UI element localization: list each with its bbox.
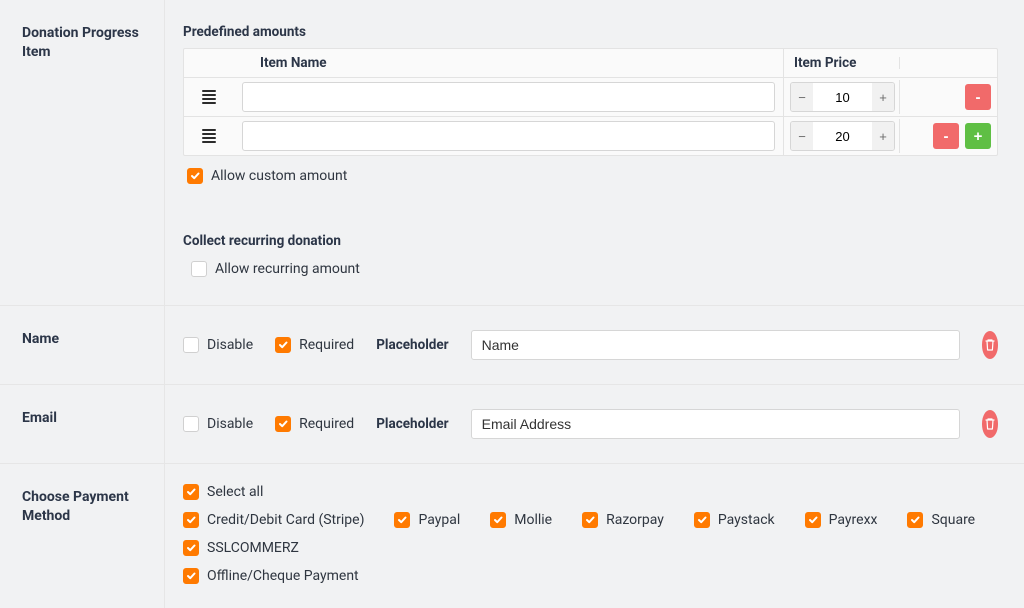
payment-method-option[interactable]: Razorpay bbox=[582, 512, 664, 528]
checkbox-icon bbox=[183, 337, 199, 353]
stepper-decrement[interactable]: − bbox=[791, 122, 813, 150]
allow-custom-amount-label: Allow custom amount bbox=[211, 168, 347, 184]
payment-method-option[interactable]: Mollie bbox=[490, 512, 552, 528]
payment-method-option[interactable]: Paystack bbox=[694, 512, 775, 528]
delete-email-button[interactable] bbox=[982, 410, 998, 438]
checkbox-icon bbox=[183, 540, 199, 556]
remove-row-button[interactable]: - bbox=[965, 84, 991, 110]
payment-method-option[interactable]: Credit/Debit Card (Stripe) bbox=[183, 512, 364, 528]
trash-icon bbox=[984, 417, 996, 431]
collect-recurring-title: Collect recurring donation bbox=[183, 185, 998, 257]
name-disable-option[interactable]: Disable bbox=[183, 337, 253, 353]
payment-method-label: Paypal bbox=[418, 512, 460, 528]
section-label-email: Email bbox=[0, 385, 165, 463]
checkbox-icon bbox=[275, 416, 291, 432]
checkbox-icon bbox=[490, 512, 506, 528]
allow-recurring-label: Allow recurring amount bbox=[215, 261, 360, 277]
email-disable-option[interactable]: Disable bbox=[183, 416, 253, 432]
name-placeholder-input[interactable] bbox=[471, 330, 960, 360]
name-required-option[interactable]: Required bbox=[275, 337, 354, 353]
payment-method-option[interactable]: Offline/Cheque Payment bbox=[183, 568, 998, 584]
placeholder-label: Placeholder bbox=[376, 416, 448, 432]
checkbox-icon bbox=[191, 261, 207, 277]
item-price-stepper[interactable]: − + bbox=[790, 82, 895, 112]
section-label-donation-progress: Donation Progress Item bbox=[0, 0, 165, 305]
checkbox-icon bbox=[183, 484, 199, 500]
item-name-input[interactable] bbox=[242, 82, 775, 112]
checkbox-icon bbox=[582, 512, 598, 528]
head-handle bbox=[184, 57, 250, 69]
item-price-input[interactable] bbox=[813, 122, 872, 150]
checkbox-icon bbox=[183, 512, 199, 528]
payment-method-option[interactable]: Square bbox=[907, 512, 975, 528]
payment-method-option[interactable]: SSLCOMMERZ bbox=[183, 540, 299, 556]
item-price-stepper[interactable]: − + bbox=[790, 121, 895, 151]
delete-name-button[interactable] bbox=[982, 331, 998, 359]
payment-method-option[interactable]: Payrexx bbox=[805, 512, 878, 528]
table-row: − + - bbox=[184, 78, 997, 117]
stepper-decrement[interactable]: − bbox=[791, 83, 813, 111]
drag-handle-icon[interactable] bbox=[202, 129, 216, 143]
placeholder-label: Placeholder bbox=[376, 337, 448, 353]
payment-method-option[interactable]: Paypal bbox=[394, 512, 460, 528]
checkbox-icon bbox=[275, 337, 291, 353]
predefined-amounts-table: Item Name Item Price − + bbox=[183, 48, 998, 156]
stepper-increment[interactable]: + bbox=[872, 122, 894, 150]
payment-method-label: Mollie bbox=[514, 512, 552, 528]
select-all-option[interactable]: Select all bbox=[183, 484, 998, 500]
allow-custom-amount-option[interactable]: Allow custom amount bbox=[187, 168, 347, 184]
checkbox-icon bbox=[805, 512, 821, 528]
payment-method-list: Select all Credit/Debit Card (Stripe) Pa… bbox=[183, 464, 998, 584]
add-row-button[interactable]: + bbox=[965, 123, 991, 149]
item-price-input[interactable] bbox=[813, 83, 872, 111]
predefined-amounts-title: Predefined amounts bbox=[183, 0, 998, 48]
head-actions bbox=[899, 57, 997, 69]
stepper-increment[interactable]: + bbox=[872, 83, 894, 111]
payment-method-label: Payrexx bbox=[829, 512, 878, 528]
allow-recurring-option[interactable]: Allow recurring amount bbox=[191, 261, 360, 277]
head-item-name: Item Name bbox=[250, 49, 783, 77]
email-required-option[interactable]: Required bbox=[275, 416, 354, 432]
head-item-price: Item Price bbox=[783, 49, 899, 77]
section-label-payment: Choose Payment Method bbox=[0, 464, 165, 608]
section-label-name: Name bbox=[0, 306, 165, 384]
checkbox-icon bbox=[394, 512, 410, 528]
payment-method-label: Razorpay bbox=[606, 512, 664, 528]
payment-method-label: Credit/Debit Card (Stripe) bbox=[207, 512, 364, 528]
checkbox-icon bbox=[907, 512, 923, 528]
payment-method-label: Square bbox=[931, 512, 975, 528]
payment-method-label: Paystack bbox=[718, 512, 775, 528]
select-all-label: Select all bbox=[207, 484, 263, 500]
drag-handle-icon[interactable] bbox=[202, 90, 216, 104]
remove-row-button[interactable]: - bbox=[933, 123, 959, 149]
checkbox-icon bbox=[183, 416, 199, 432]
required-label: Required bbox=[299, 416, 354, 432]
table-row: − + - + bbox=[184, 117, 997, 155]
trash-icon bbox=[984, 338, 996, 352]
disable-label: Disable bbox=[207, 416, 253, 432]
checkbox-icon bbox=[183, 568, 199, 584]
email-placeholder-input[interactable] bbox=[471, 409, 960, 439]
required-label: Required bbox=[299, 337, 354, 353]
payment-method-label: SSLCOMMERZ bbox=[207, 540, 299, 556]
disable-label: Disable bbox=[207, 337, 253, 353]
checkbox-icon bbox=[694, 512, 710, 528]
item-name-input[interactable] bbox=[242, 121, 775, 151]
payment-method-label: Offline/Cheque Payment bbox=[207, 568, 359, 584]
checkbox-icon bbox=[187, 168, 203, 184]
